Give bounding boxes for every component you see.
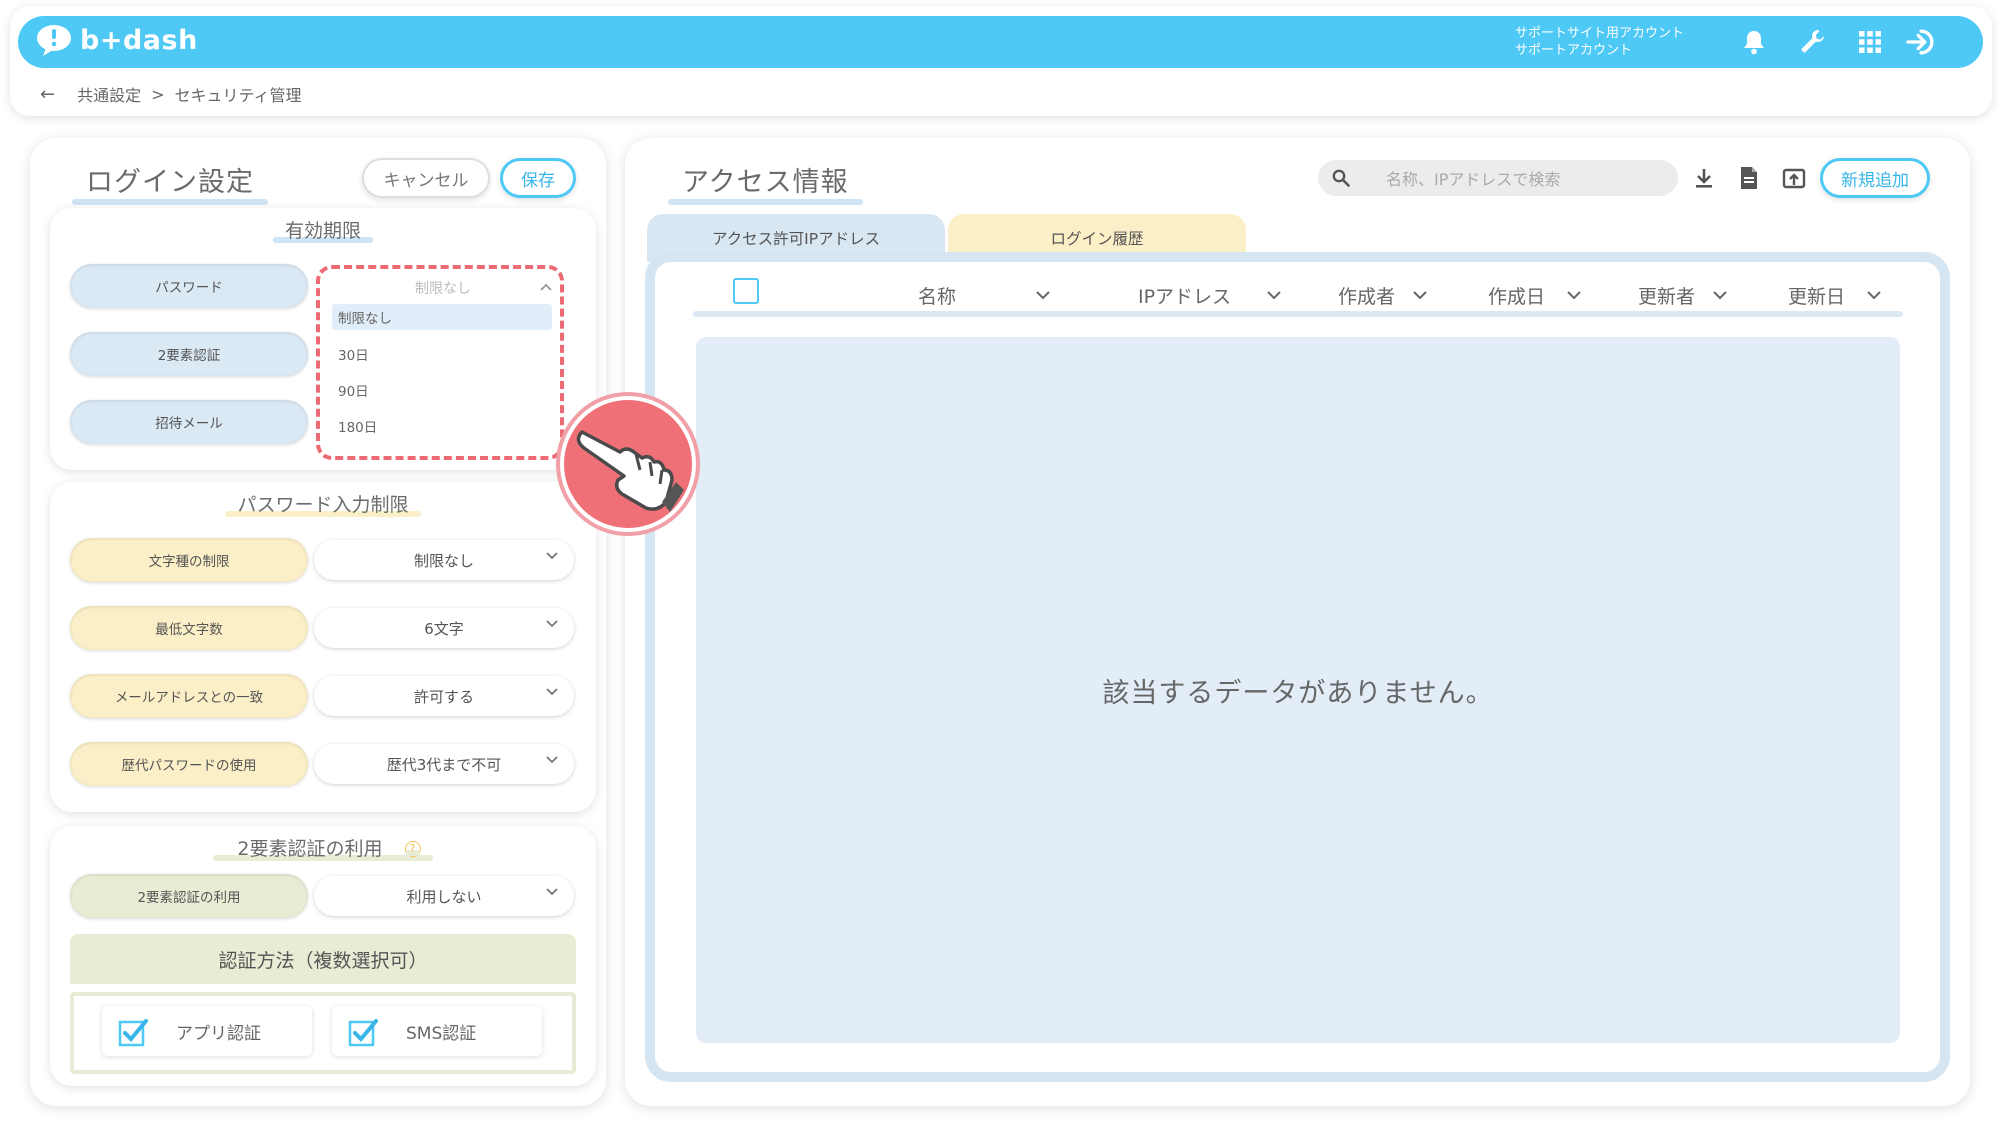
rule-row-label: 最低文字数	[70, 606, 308, 650]
chevron-down-icon	[546, 688, 558, 696]
rule-row-label: 歴代パスワードの使用	[70, 742, 308, 786]
chevron-down-icon	[1713, 291, 1727, 300]
search-placeholder: 名称、IPアドレスで検索	[1386, 170, 1561, 189]
password-history-select[interactable]: 歴代3代まで不可	[314, 744, 574, 784]
account-line-2: サポートアカウント	[1515, 43, 1633, 58]
cancel-button[interactable]: キャンセル	[362, 158, 490, 198]
wrench-icon[interactable]	[1796, 26, 1828, 58]
pointing-hand-icon	[554, 390, 702, 538]
two-factor-row: 2要素認証の利用 利用しない	[70, 874, 575, 918]
password-rules-title: パスワード入力制限	[50, 490, 596, 517]
account-line-1: サポートサイト用アカウント	[1515, 26, 1685, 41]
breadcrumb-item-common-settings[interactable]: 共通設定	[77, 82, 141, 106]
chevron-down-icon	[546, 552, 558, 560]
empty-message: 該当するデータがありません。	[1102, 677, 1494, 709]
dropdown-highlight	[316, 265, 564, 460]
column-header-created-date[interactable]: 作成日	[1488, 282, 1581, 309]
logo-bubble-icon	[36, 23, 74, 57]
chevron-down-icon	[1413, 291, 1427, 300]
breadcrumb-item-security: セキュリティ管理	[174, 86, 302, 105]
auth-method-sms[interactable]: SMS認証	[332, 1006, 542, 1056]
account-info[interactable]: サポートサイト用アカウント サポートアカウント	[1515, 25, 1684, 59]
empty-state: 該当するデータがありません。	[696, 337, 1900, 1043]
chevron-down-icon	[546, 756, 558, 764]
upload-icon[interactable]	[1780, 164, 1808, 192]
save-button[interactable]: 保存	[500, 158, 576, 198]
chevron-down-icon	[1867, 291, 1881, 300]
two-factor-select[interactable]: 利用しない	[314, 876, 574, 916]
logout-icon[interactable]	[1906, 26, 1938, 58]
chevron-down-icon	[1036, 291, 1050, 300]
char-types-select[interactable]: 制限なし	[314, 540, 574, 580]
chevron-down-icon	[1567, 291, 1581, 300]
expiry-row-label: パスワード	[70, 264, 308, 308]
expiry-row-label: 招待メール	[70, 400, 308, 444]
document-icon[interactable]	[1735, 164, 1763, 192]
two-factor-row-label: 2要素認証の利用	[70, 874, 308, 918]
login-settings-title: ログイン設定	[72, 160, 268, 205]
column-header-updated-date[interactable]: 更新日	[1788, 282, 1881, 309]
column-header-name[interactable]: 名称	[918, 282, 1050, 309]
checkbox-checked-icon[interactable]	[118, 1017, 148, 1047]
checkbox-checked-icon[interactable]	[348, 1017, 378, 1047]
logo-text: b+dash	[80, 24, 198, 56]
column-header-ip[interactable]: IPアドレス	[1138, 282, 1281, 309]
chevron-down-icon	[546, 888, 558, 896]
help-icon[interactable]: ?	[404, 841, 421, 857]
rule-row-email-match: メールアドレスとの一致 許可する	[70, 674, 575, 718]
two-factor-title: 2要素認証の利用 ?	[50, 834, 596, 861]
column-header-creator[interactable]: 作成者	[1338, 282, 1427, 309]
back-arrow-icon[interactable]: ←	[40, 84, 55, 105]
rule-row-label: 文字種の制限	[70, 538, 308, 582]
chevron-down-icon	[1267, 291, 1281, 300]
download-icon[interactable]	[1690, 164, 1718, 192]
rule-row-min-length: 最低文字数 6文字	[70, 606, 575, 650]
add-new-button[interactable]: 新規追加	[1820, 158, 1930, 198]
expiry-card-title: 有効期限	[50, 216, 596, 243]
breadcrumb-separator: >	[151, 84, 165, 104]
rule-row-char-types: 文字種の制限 制限なし	[70, 538, 575, 582]
search-icon	[1332, 169, 1350, 187]
auth-method-label: アプリ認証	[176, 1023, 261, 1044]
rule-row-label: メールアドレスとの一致	[70, 674, 308, 718]
logo[interactable]: b+dash	[36, 23, 198, 57]
access-info-title: アクセス情報	[668, 160, 863, 205]
table-header-divider	[693, 311, 1903, 317]
auth-method-app[interactable]: アプリ認証	[102, 1006, 312, 1056]
search-input[interactable]: 名称、IPアドレスで検索	[1318, 160, 1678, 196]
rule-row-history: 歴代パスワードの使用 歴代3代まで不可	[70, 742, 575, 786]
column-header-updater[interactable]: 更新者	[1638, 282, 1727, 309]
app-header: b+dash サポートサイト用アカウント サポートアカウント	[18, 16, 1983, 68]
email-match-select[interactable]: 許可する	[314, 676, 574, 716]
auth-methods-heading: 認証方法（複数選択可）	[70, 934, 576, 984]
grid-icon[interactable]	[1854, 26, 1886, 58]
expiry-row-label: 2要素認証	[70, 332, 308, 376]
bell-icon[interactable]	[1738, 26, 1770, 58]
auth-method-label: SMS認証	[406, 1023, 477, 1044]
breadcrumb: ← 共通設定 > セキュリティ管理	[40, 82, 302, 106]
select-all-checkbox[interactable]	[733, 278, 759, 304]
chevron-down-icon	[546, 620, 558, 628]
min-length-select[interactable]: 6文字	[314, 608, 574, 648]
